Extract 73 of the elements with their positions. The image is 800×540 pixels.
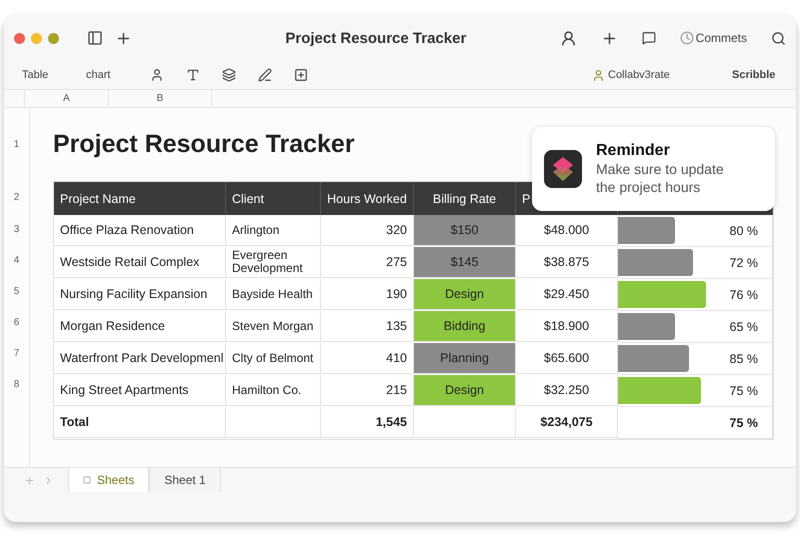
row-number: 1 <box>12 138 20 152</box>
table-cell: Arlington <box>226 215 321 246</box>
column-header: A <box>25 90 109 107</box>
table-cell: Clty of Belmont <box>226 343 321 374</box>
row-number: 7 <box>12 347 20 361</box>
sidebar-icon[interactable] <box>87 30 103 46</box>
table-cell: 190 <box>321 279 414 310</box>
column-header: Project Name <box>54 182 226 215</box>
percent-text: 72 % <box>730 256 758 270</box>
rate-cell: Design <box>414 375 516 406</box>
rate-cell: Design <box>414 279 516 310</box>
table-cell: Morgan Residence <box>54 311 226 342</box>
row-number: 8 <box>12 378 20 392</box>
rate-cell: $150 <box>414 215 516 246</box>
sheet-title: Project Resource Tracker <box>53 129 355 160</box>
table-cell: 135 <box>321 311 414 342</box>
toolbar-button[interactable]: Table <box>22 69 86 81</box>
toolbar-button[interactable]: chart <box>86 69 150 81</box>
column-header: Billing Rate <box>414 182 516 215</box>
row-number: 6 <box>12 316 20 330</box>
table-cell: 215 <box>321 375 414 406</box>
person-icon[interactable] <box>560 30 577 46</box>
percent-text: 80 % <box>730 224 758 238</box>
table-cell: Nursing Facility Expansion <box>54 279 226 310</box>
table-cell: Hamilton Co. <box>226 375 321 406</box>
person-icon <box>592 68 605 82</box>
column-header: Client <box>226 182 321 215</box>
sheet-tab[interactable]: Sheet 1 <box>149 468 221 492</box>
total-cost: $234,075 <box>516 407 618 438</box>
row-number: 2 <box>12 191 20 205</box>
rate-cell: Bidding <box>414 311 516 342</box>
app-icon <box>544 150 582 188</box>
close-button[interactable] <box>14 32 25 44</box>
rate-cell: Planning <box>414 343 516 374</box>
total-label: Total <box>54 407 226 438</box>
table-cell: $29.450 <box>516 279 618 310</box>
row-number: 4 <box>12 254 20 268</box>
notification-title: Reminder <box>596 142 671 160</box>
scribble-button[interactable]: Scribble <box>732 69 778 81</box>
rate-cell: $145 <box>414 247 516 278</box>
window-title: Project Resource Tracker <box>284 30 468 46</box>
comments-button[interactable]: Commets <box>680 31 747 45</box>
collaborate-button[interactable]: Collabv3rate <box>592 68 732 82</box>
sheet-tab[interactable]: Sheets <box>68 468 150 492</box>
total-hours: 1,545 <box>321 407 414 438</box>
table-cell: 410 <box>321 343 414 374</box>
percent-text: 85 % <box>730 352 758 366</box>
search-icon[interactable] <box>771 30 786 46</box>
table-cell: Evergreen Development <box>226 247 321 278</box>
table-cell: $18.900 <box>516 311 618 342</box>
table-cell: Bayside Health <box>226 279 321 310</box>
table-cell: Office Plaza Renovation <box>54 215 226 246</box>
column-header: Hours Worked <box>321 182 414 215</box>
table-cell: $65.600 <box>516 343 618 374</box>
column-header: B <box>109 90 212 107</box>
table-cell: 320 <box>321 215 414 246</box>
percent-text: 75 % <box>730 384 758 398</box>
square-icon <box>83 476 91 484</box>
table-cell: Steven Morgan <box>226 311 321 342</box>
table-cell: $48.000 <box>516 215 618 246</box>
percent-text: 65 % <box>730 320 758 334</box>
row-number: 5 <box>12 285 20 299</box>
clock-icon <box>680 31 694 45</box>
table-cell: 275 <box>321 247 414 278</box>
table-cell: Westside Retail Complex <box>54 247 226 278</box>
table-cell: $38.875 <box>516 247 618 278</box>
total-percent: 75 % <box>730 416 758 430</box>
table-cell: King Street Apartments <box>54 375 226 406</box>
row-number: 3 <box>12 223 20 237</box>
percent-text: 76 % <box>730 288 758 302</box>
table-cell: $32.250 <box>516 375 618 406</box>
chat-icon[interactable] <box>642 31 656 45</box>
table-cell: Waterfront Park Developmenl <box>54 343 226 374</box>
